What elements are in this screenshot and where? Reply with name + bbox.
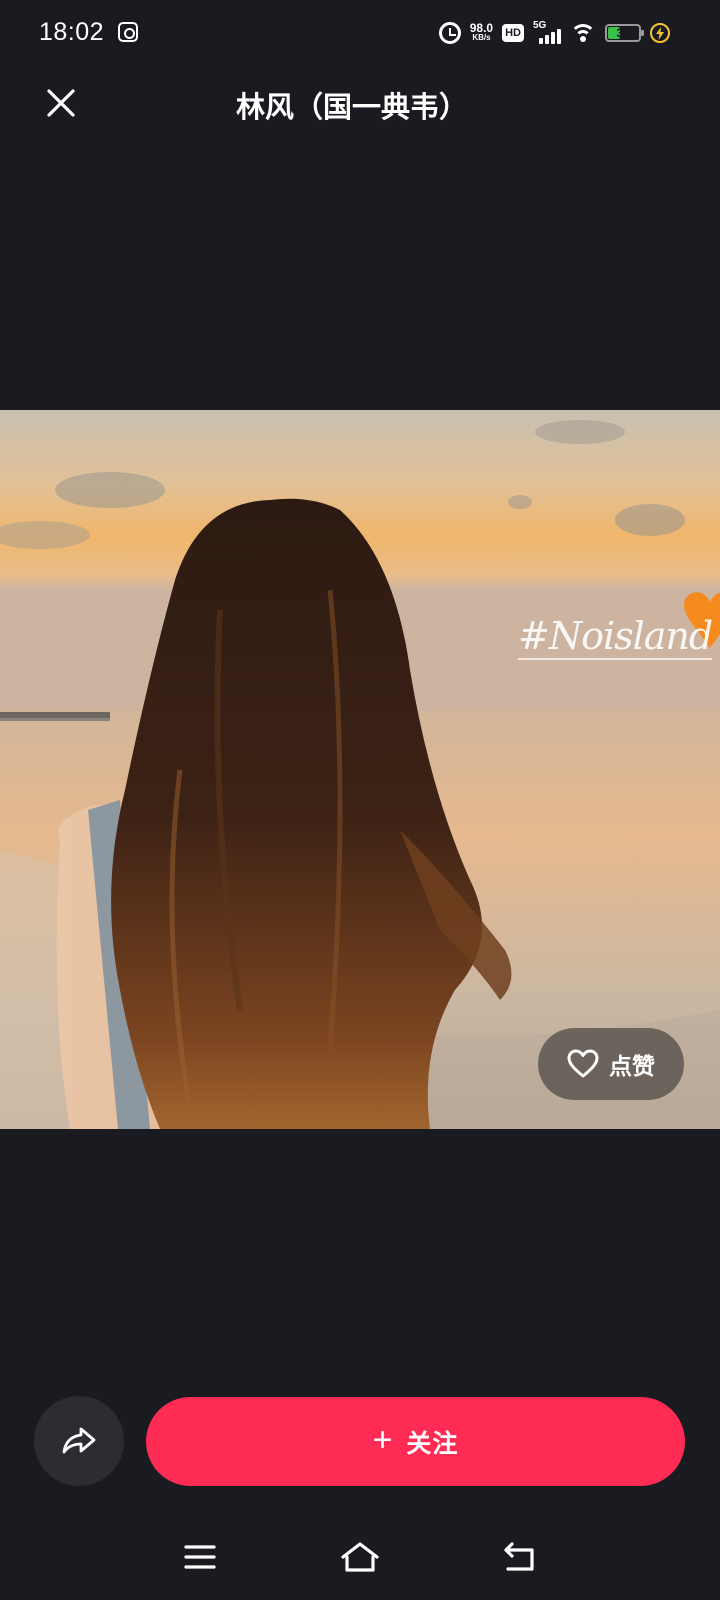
heart-outline-icon (567, 1049, 599, 1078)
network-speed-unit: KB/s (472, 33, 491, 42)
app-notification-icon (118, 22, 138, 42)
home-icon (341, 1542, 379, 1572)
back-icon (504, 1542, 534, 1571)
profile-photo[interactable]: #Noisland 点赞 (0, 410, 720, 1129)
menu-icon (184, 1545, 216, 1569)
hd-icon: HD (502, 24, 524, 42)
battery-icon: 33 (605, 24, 644, 42)
status-bar: 18:02 98.0 KB/s HD 5G 33 (0, 0, 720, 66)
back-button[interactable] (495, 1535, 545, 1579)
network-speed: 98.0 KB/s (469, 21, 494, 43)
network-gen-label: 5G (533, 20, 547, 31)
follow-label: 关注 (406, 1429, 459, 1458)
follow-button[interactable]: + 关注 (146, 1397, 685, 1486)
battery-percent: 33 (616, 26, 630, 40)
cellular-signal-icon: 5G (533, 20, 561, 44)
share-arrow-icon (62, 1427, 96, 1454)
share-button[interactable] (34, 1396, 124, 1486)
photo-viewer-screen: 18:02 98.0 KB/s HD 5G 33 林风（国一典韦） #Noisl… (0, 0, 720, 1600)
network-speed-value: 98.0 (469, 21, 494, 35)
like-button[interactable]: 点赞 (538, 1028, 684, 1100)
page-title: 林风（国一典韦） (235, 92, 468, 124)
watermark-text: #Noisland (518, 614, 713, 660)
alarm-icon (438, 22, 461, 44)
status-time: 18:02 (39, 18, 105, 46)
charging-icon (650, 23, 670, 43)
plus-icon: + (372, 1421, 393, 1459)
menu-button[interactable] (175, 1535, 225, 1579)
top-nav: 林风（国一典韦） (0, 70, 720, 136)
status-icons: 98.0 KB/s HD 5G 33 (438, 20, 670, 46)
home-button[interactable] (335, 1535, 385, 1579)
beach-sunset-image (0, 410, 720, 1129)
system-nav-bar (0, 1515, 720, 1600)
wifi-icon (570, 23, 596, 43)
like-label: 点赞 (609, 1053, 655, 1079)
